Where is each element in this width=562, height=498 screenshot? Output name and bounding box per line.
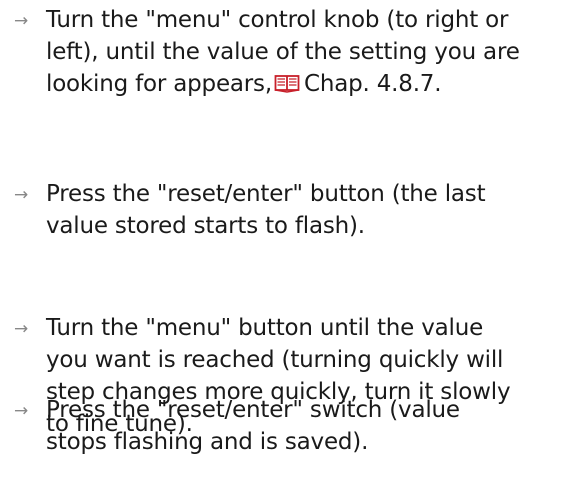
instruction-page: → Turn the "menu" control knob (to right…	[0, 0, 562, 498]
step-2-text: Press the "reset/enter" button (the last…	[46, 178, 554, 242]
arrow-bullet-icon: →	[14, 401, 29, 421]
step-4-text: Press the "reset/enter" switch (value st…	[46, 394, 554, 458]
chapter-reference: Chap. 4.8.7.	[303, 71, 442, 97]
step-4-line-1: Press the "reset/enter" switch (value	[46, 397, 460, 423]
step-3-line-2: you want is reached (turning quickly wil…	[46, 347, 504, 373]
step-1-line-1: Turn the "menu" control knob (to right o…	[46, 7, 509, 33]
book-icon	[274, 70, 300, 102]
arrow-bullet-icon: →	[14, 11, 29, 31]
step-1-line-3: looking for appears, Chap. 4.8.7.	[46, 68, 554, 102]
step-2-line-1: Press the "reset/enter" button (the last	[46, 181, 486, 207]
step-1-line-2: left), until the value of the setting yo…	[46, 39, 520, 65]
step-4-line-2: stops flashing and is saved).	[46, 429, 369, 455]
step-2-line-2: value stored starts to flash).	[46, 213, 365, 239]
step-1-text: Turn the "menu" control knob (to right o…	[46, 4, 554, 102]
arrow-bullet-icon: →	[14, 185, 29, 205]
arrow-bullet-icon: →	[14, 319, 29, 339]
step-1-line-3-text: looking for appears,	[46, 71, 272, 97]
step-3-line-1: Turn the "menu" button until the value	[46, 315, 484, 341]
